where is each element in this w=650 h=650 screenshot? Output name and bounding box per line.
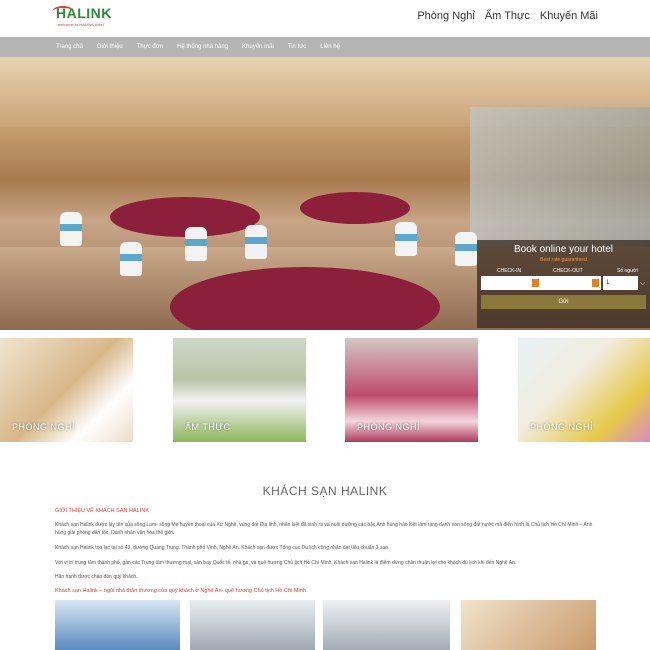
thumb-am-thuc[interactable]: ẨM THỰC: [173, 338, 306, 442]
main-menu: Trang chủ Giới thiệu Thực đơn Hệ thống n…: [0, 37, 650, 57]
thumb-label: PHÒNG NGHỈ: [530, 422, 594, 432]
thumb-label: PHÒNG NGHỈ: [12, 422, 76, 432]
thumb-label: PHÒNG NGHỈ: [357, 422, 421, 432]
menu-item-he-thong-nha-hang[interactable]: Hệ thống nhà hàng: [177, 44, 228, 50]
hero-banner-image: Book online your hotel Best rate guarant…: [0, 57, 650, 330]
menu-item-tin-tuc[interactable]: Tin tức: [288, 44, 306, 50]
booking-form: Book online your hotel Best rate guarant…: [477, 240, 650, 328]
site-header: HALINK welcome to HALINK hotel Phòng Ngh…: [0, 0, 650, 36]
menu-item-lien-he[interactable]: Liên hệ: [320, 44, 340, 50]
checkout-input[interactable]: [541, 276, 601, 290]
section-title: KHÁCH SẠN HALINK: [262, 484, 388, 498]
topnav-phong-nghi[interactable]: Phòng Nghỉ: [417, 10, 475, 22]
intro-paragraph-1: Khách sạn Halink được lấy tên của sông L…: [55, 522, 593, 536]
logo-text: HALINK: [56, 5, 112, 21]
gallery-image[interactable]: [190, 600, 315, 650]
gallery-image[interactable]: [461, 600, 596, 650]
halink-logo[interactable]: HALINK welcome to HALINK hotel: [52, 4, 122, 32]
topnav-am-thuc[interactable]: Ẩm Thực: [485, 10, 530, 22]
booking-title: Book online your hotel: [514, 244, 613, 255]
intro-heading: GIỚI THIỆU VỀ KHÁCH SẠN HALINK: [55, 508, 149, 514]
checkin-input[interactable]: [481, 276, 541, 290]
intro-paragraph-3: Với vị trí trung tâm thành phố, gần các …: [55, 560, 517, 566]
gallery-image[interactable]: [323, 600, 450, 650]
thumb-phong-nghi-2[interactable]: PHÒNG NGHỈ: [345, 338, 478, 442]
top-nav: Phòng Nghỉ Ẩm Thực Khuyến Mãi: [417, 10, 598, 22]
menu-item-trang-chu[interactable]: Trang chủ: [56, 44, 83, 50]
guests-label: Số người: [617, 268, 638, 274]
submit-button[interactable]: Gửi: [481, 295, 646, 309]
menu-item-gioi-thieu[interactable]: Giới thiệu: [97, 44, 123, 50]
intro-slogan: Khách sạn Halink – ngôi nhà thân thương …: [55, 588, 306, 594]
gallery-image[interactable]: [55, 600, 180, 650]
menu-item-thuc-don[interactable]: Thực đơn: [137, 44, 163, 50]
chevron-down-icon[interactable]: ⌵: [640, 280, 645, 288]
category-thumbnails: PHÒNG NGHỈ ẨM THỰC PHÒNG NGHỈ PHÒNG NGHỈ: [0, 338, 650, 442]
thumb-label: ẨM THỰC: [185, 422, 231, 432]
guests-select[interactable]: 1: [603, 276, 638, 290]
thumb-phong-nghi-3[interactable]: PHÒNG NGHỈ: [518, 338, 650, 442]
checkout-label: CHECK-OUT: [553, 268, 583, 274]
menu-item-khuyen-mai[interactable]: Khuyến mãi: [242, 44, 274, 50]
intro-paragraph-4: Hân hạnh được chào đón quý khách.: [55, 574, 138, 580]
photo-gallery: [0, 600, 650, 650]
checkin-label: CHECK-IN: [497, 268, 522, 274]
topnav-khuyen-mai[interactable]: Khuyến Mãi: [540, 10, 598, 22]
booking-subtitle: Best rate guaranteed: [540, 257, 587, 263]
intro-paragraph-2: Khách sạn Halink tọa lạc tại số 43, đườn…: [55, 545, 390, 551]
thumb-phong-nghi-1[interactable]: PHÒNG NGHỈ: [0, 338, 133, 442]
calendar-icon[interactable]: [532, 279, 539, 287]
calendar-icon[interactable]: [592, 279, 599, 287]
logo-tagline: welcome to HALINK hotel: [58, 22, 104, 27]
